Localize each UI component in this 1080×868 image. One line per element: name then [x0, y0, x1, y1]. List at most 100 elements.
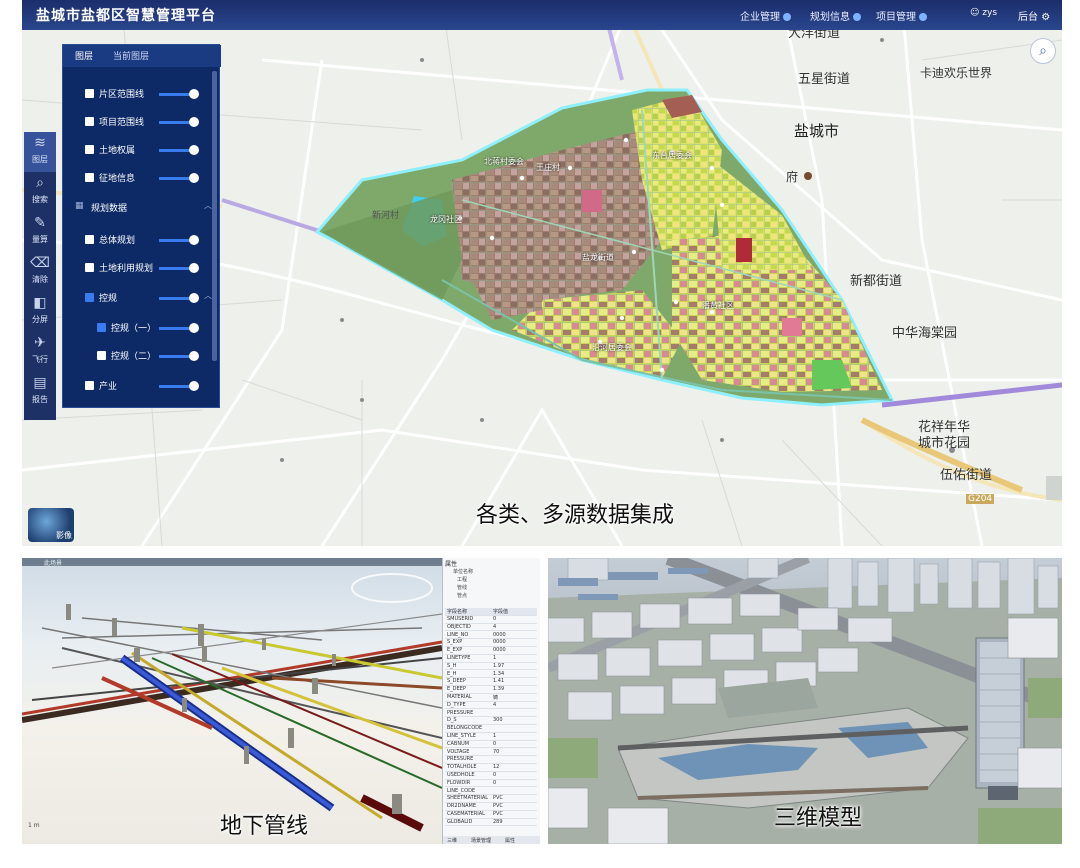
basemap-switch-button[interactable]: 影像: [28, 508, 74, 542]
label-village: 盐龙街道: [582, 253, 614, 262]
model-view[interactable]: 三维模型: [548, 558, 1062, 844]
nav-enterprise[interactable]: 企业管理: [740, 8, 791, 23]
slider-handle[interactable]: [189, 117, 199, 127]
field-value: 300: [493, 717, 503, 724]
tree-item[interactable]: 管线: [457, 584, 467, 591]
slider-handle[interactable]: [189, 323, 199, 333]
field-value: PVC: [493, 795, 503, 802]
table-row[interactable]: E_EXP 0000: [445, 647, 537, 655]
layer-checkbox[interactable]: [85, 89, 94, 98]
pipeline-scene-tab[interactable]: 此场景: [44, 558, 62, 567]
tool-clear[interactable]: ⌫ 清除: [24, 252, 56, 292]
field-name: LINE_STYLE: [447, 733, 476, 739]
tree-item[interactable]: 工程: [457, 576, 467, 583]
tool-fly[interactable]: ✈ 飞行: [24, 332, 56, 372]
tree-item[interactable]: 单位名称: [453, 568, 473, 575]
table-row[interactable]: PRESSURE: [445, 710, 537, 718]
chevron-up-icon[interactable]: ︿: [204, 200, 212, 211]
table-row[interactable]: E_DEEP 1.39: [445, 686, 537, 694]
table-row[interactable]: E_H 1.34: [445, 671, 537, 679]
layer-row[interactable]: 片区范围线: [63, 83, 213, 105]
table-row[interactable]: USEDHOLE 0: [445, 772, 537, 780]
table-row[interactable]: LINETYPE 1: [445, 655, 537, 663]
layer-row[interactable]: ▦ 规划数据 ︿: [63, 197, 213, 219]
split-screen-icon: ◧: [33, 295, 47, 311]
table-row[interactable]: VOLTAGE 70: [445, 749, 537, 757]
tree-item[interactable]: 管点: [457, 592, 467, 599]
table-row[interactable]: D_S 300: [445, 717, 537, 725]
layer-row[interactable]: 控规（二）: [63, 345, 213, 367]
table-row[interactable]: D_TYPE 4: [445, 702, 537, 710]
table-row[interactable]: BELONGCODE: [445, 725, 537, 733]
layer-checkbox[interactable]: [85, 235, 94, 244]
layer-checkbox[interactable]: [97, 323, 106, 332]
tool-split[interactable]: ◧ 分屏: [24, 292, 56, 332]
table-row[interactable]: SHEETMATERIAL PVC: [445, 795, 537, 803]
layer-checkbox[interactable]: [85, 381, 94, 390]
field-name: E_DEEP: [447, 686, 466, 693]
layer-checkbox[interactable]: [85, 263, 94, 272]
slider-handle[interactable]: [189, 381, 199, 391]
layer-row[interactable]: 控规（一）: [63, 317, 213, 339]
layer-row[interactable]: 总体规划: [63, 229, 213, 251]
table-row[interactable]: GLOBALID 289: [445, 819, 537, 827]
table-row[interactable]: LINE_CODE: [445, 788, 537, 796]
nav-planning[interactable]: 规划信息: [810, 8, 861, 23]
slider-handle[interactable]: [189, 89, 199, 99]
slider-handle[interactable]: [189, 173, 199, 183]
slider-handle[interactable]: [189, 235, 199, 245]
table-row[interactable]: CASEMATERIAL PVC: [445, 811, 537, 819]
tab-layers[interactable]: 图层: [75, 49, 93, 62]
layer-label: 项目范围线: [99, 118, 145, 128]
table-row[interactable]: OBJECTID 4: [445, 624, 537, 632]
layer-row[interactable]: 土地权属: [63, 139, 213, 161]
user-menu[interactable]: ☺ zys: [970, 8, 997, 18]
layer-checkbox[interactable]: [85, 145, 94, 154]
tab-current-layers[interactable]: 当前图层: [113, 49, 149, 62]
chevron-up-icon[interactable]: ︿: [204, 290, 212, 301]
layer-scrollbar[interactable]: [212, 71, 217, 361]
slider-handle[interactable]: [189, 263, 199, 273]
table-row[interactable]: TOTALHOLE 12: [445, 764, 537, 772]
layer-row[interactable]: 产业: [63, 375, 213, 397]
table-row[interactable]: PRESSURE: [445, 756, 537, 764]
pipe-caption: 地下管线: [220, 814, 309, 839]
table-row[interactable]: LINE_NO 0000: [445, 632, 537, 640]
table-row[interactable]: FLOWDIR 0: [445, 780, 537, 788]
layer-row[interactable]: 项目范围线: [63, 111, 213, 133]
tool-search[interactable]: ⌕ 搜索: [24, 172, 56, 212]
pipeline-view[interactable]: 此场景 1 m 属性 单位名称 工程 管线 管点 字段名称 字段值 SMUSER…: [22, 558, 540, 844]
table-row[interactable]: DR2DNAME PVC: [445, 803, 537, 811]
layer-row[interactable]: 控规 ︿: [63, 287, 213, 309]
layer-row[interactable]: 征地信息: [63, 167, 213, 189]
layer-checkbox[interactable]: [85, 117, 94, 126]
table-row[interactable]: S_EXP 0000: [445, 639, 537, 647]
properties-title: 属性: [445, 561, 458, 568]
layer-checkbox[interactable]: [85, 173, 94, 182]
admin-button[interactable]: 后台 ⚙: [1018, 8, 1050, 23]
table-row[interactable]: S_DEEP 1.41: [445, 678, 537, 686]
table-row[interactable]: CABNUM 0: [445, 741, 537, 749]
layer-checkbox[interactable]: [97, 351, 106, 360]
tab-scene-manage[interactable]: 场景管理: [471, 837, 491, 844]
table-row[interactable]: S_H 1.97: [445, 663, 537, 671]
nav-dot-icon: [919, 13, 927, 21]
slider-handle[interactable]: [189, 351, 199, 361]
table-row[interactable]: SMUSERID 0: [445, 616, 537, 624]
table-row[interactable]: MATERIAL 铸: [445, 694, 537, 702]
layer-checkbox[interactable]: [85, 293, 94, 302]
field-value: 1.97: [493, 662, 505, 669]
map-view[interactable]: 盐城市 五星街道 新都街道 中华海棠园 花祥年华 城市花园 伍佑街道 大洋街道 …: [22, 0, 1062, 546]
layer-panel: 图层 当前图层 片区范围线项目范围线土地权属征地信息 ▦ 规划数据 ︿ 总体规划土地利用…: [62, 44, 221, 408]
layer-row[interactable]: 土地利用规划: [63, 257, 213, 279]
slider-handle[interactable]: [189, 145, 199, 155]
slider-handle[interactable]: [189, 293, 199, 303]
search-icon[interactable]: ⌕: [1030, 38, 1056, 64]
tab-properties[interactable]: 属性: [505, 837, 515, 844]
tool-layers[interactable]: ≋ 图层: [24, 132, 56, 172]
nav-project[interactable]: 项目管理: [876, 8, 927, 23]
tab-3d[interactable]: 三维: [447, 837, 457, 844]
tool-report[interactable]: ▤ 报告: [24, 372, 56, 412]
table-row[interactable]: LINE_STYLE 1: [445, 733, 537, 741]
tool-measure[interactable]: ✎ 量算: [24, 212, 56, 252]
